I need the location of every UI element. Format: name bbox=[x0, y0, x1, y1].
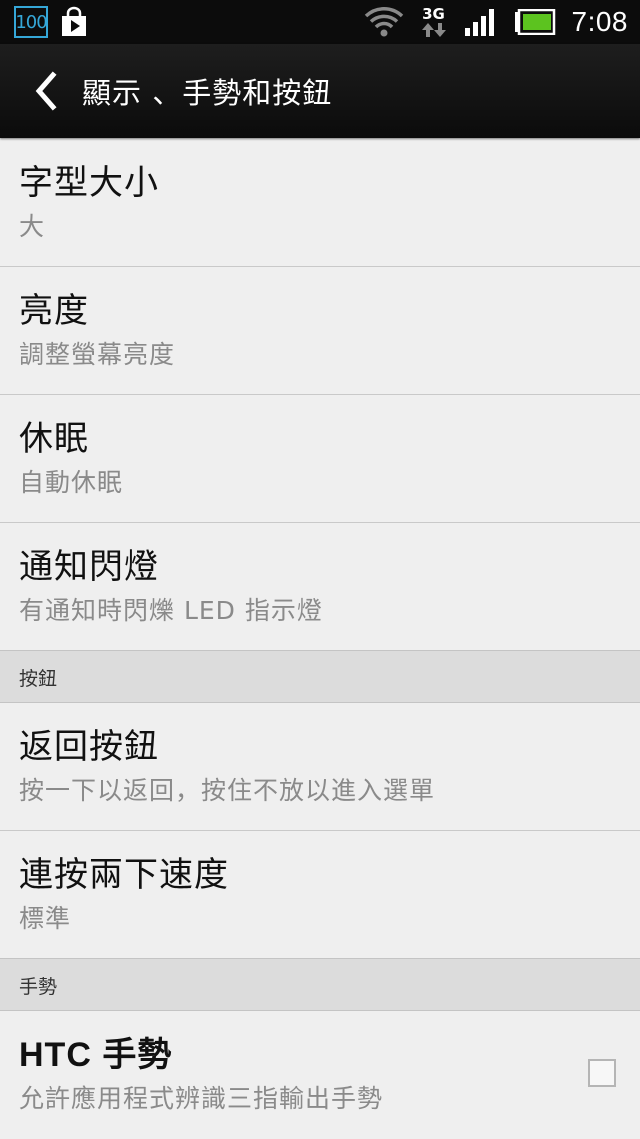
battery-icon bbox=[514, 9, 555, 35]
back-button[interactable] bbox=[20, 61, 72, 121]
play-store-icon bbox=[62, 6, 86, 36]
wifi-icon bbox=[364, 7, 403, 37]
status-bar: 100 3G 7:08 bbox=[0, 0, 640, 44]
setting-subtitle: 調整螢幕亮度 bbox=[19, 340, 176, 369]
setting-title: 字型大小 bbox=[19, 163, 159, 203]
setting-title: 休眠 bbox=[19, 419, 89, 459]
setting-double-tap-speed[interactable]: 連按兩下速度 標準 bbox=[0, 831, 640, 959]
setting-title: 通知閃燈 bbox=[19, 547, 159, 587]
setting-title: 連按兩下速度 bbox=[19, 855, 229, 895]
setting-title: 返回按鈕 bbox=[19, 727, 159, 767]
page-title: 顯示 、手勢和按鈕 bbox=[82, 76, 333, 110]
setting-subtitle: 有通知時閃爍 LED 指示燈 bbox=[19, 596, 323, 625]
signal-strength-icon bbox=[464, 9, 494, 36]
setting-subtitle: 標準 bbox=[19, 904, 72, 933]
clock: 7:08 bbox=[571, 6, 628, 37]
setting-sleep[interactable]: 休眠 自動休眠 bbox=[0, 395, 640, 523]
network-3g-icon: 3G bbox=[420, 6, 448, 38]
setting-brightness[interactable]: 亮度 調整螢幕亮度 bbox=[0, 267, 640, 395]
setting-subtitle: 按一下以返回，按住不放以進入選單 bbox=[19, 776, 436, 805]
setting-back-button[interactable]: 返回按鈕 按一下以返回，按住不放以進入選單 bbox=[0, 703, 640, 831]
notification-100-icon: 100 bbox=[14, 6, 48, 38]
setting-subtitle: 大 bbox=[19, 212, 46, 241]
section-label: 按鈕 bbox=[19, 668, 58, 690]
setting-title: 亮度 bbox=[19, 291, 89, 331]
setting-subtitle: 自動休眠 bbox=[19, 468, 124, 497]
chevron-left-icon bbox=[35, 71, 57, 111]
section-header-buttons: 按鈕 bbox=[0, 651, 640, 703]
section-header-gestures: 手勢 bbox=[0, 959, 640, 1011]
setting-htc-gestures[interactable]: HTC 手勢 允許應用程式辨識三指輸出手勢 bbox=[0, 1011, 640, 1139]
setting-title: HTC 手勢 bbox=[19, 1036, 173, 1074]
setting-notification-light[interactable]: 通知閃燈 有通知時閃爍 LED 指示燈 bbox=[0, 523, 640, 651]
settings-list: 字型大小 大 亮度 調整螢幕亮度 休眠 自動休眠 通知閃燈 有通知時閃爍 LED… bbox=[0, 139, 640, 1139]
setting-font-size[interactable]: 字型大小 大 bbox=[0, 139, 640, 267]
title-bar: 顯示 、手勢和按鈕 bbox=[0, 44, 640, 138]
setting-subtitle: 允許應用程式辨識三指輸出手勢 bbox=[19, 1084, 384, 1113]
section-label: 手勢 bbox=[19, 976, 58, 998]
htc-gestures-checkbox[interactable] bbox=[588, 1059, 616, 1087]
